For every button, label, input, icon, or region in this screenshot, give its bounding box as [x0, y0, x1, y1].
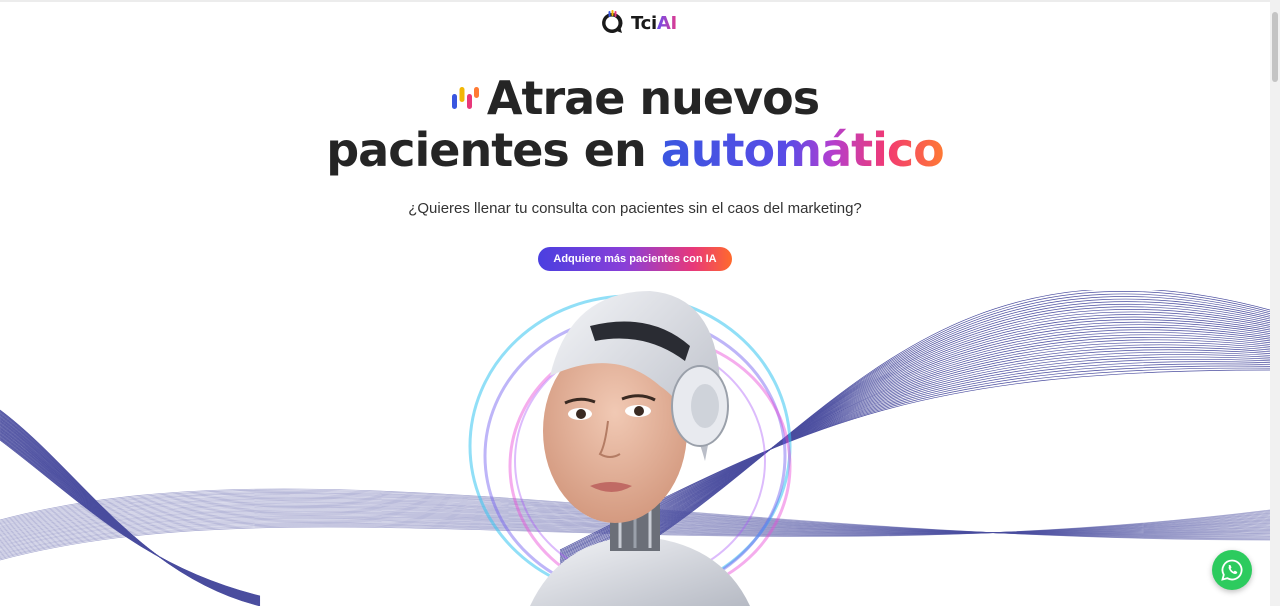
brand-name: TciAI [631, 13, 677, 34]
brand-name-prefix: Tci [631, 12, 657, 34]
scrollbar-thumb[interactable] [1272, 12, 1278, 82]
headline-line-2-text: pacientes en [326, 123, 661, 177]
top-border [0, 0, 1270, 2]
whatsapp-icon [1221, 559, 1243, 581]
page-scrollbar[interactable] [1270, 0, 1280, 606]
headline-highlight-word: automático [660, 123, 945, 177]
brand-name-suffix: AI [656, 12, 677, 34]
hero-subtitle: ¿Quieres llenar tu consulta con paciente… [408, 200, 862, 217]
chat-bubble-logo-icon [602, 10, 623, 33]
headline-line-1-text: Atrae nuevos [486, 71, 820, 125]
headline-line-1: Atrae nuevos [0, 70, 1270, 126]
headline-line-2: pacientes en automático [0, 122, 1270, 178]
colored-bars-icon [451, 86, 479, 109]
site-logo[interactable]: TciAI [599, 10, 677, 36]
whatsapp-chat-button[interactable] [1212, 550, 1252, 590]
ai-robot-woman-image [468, 291, 792, 606]
cta-button[interactable]: Adquiere más pacientes con IA [538, 247, 732, 271]
